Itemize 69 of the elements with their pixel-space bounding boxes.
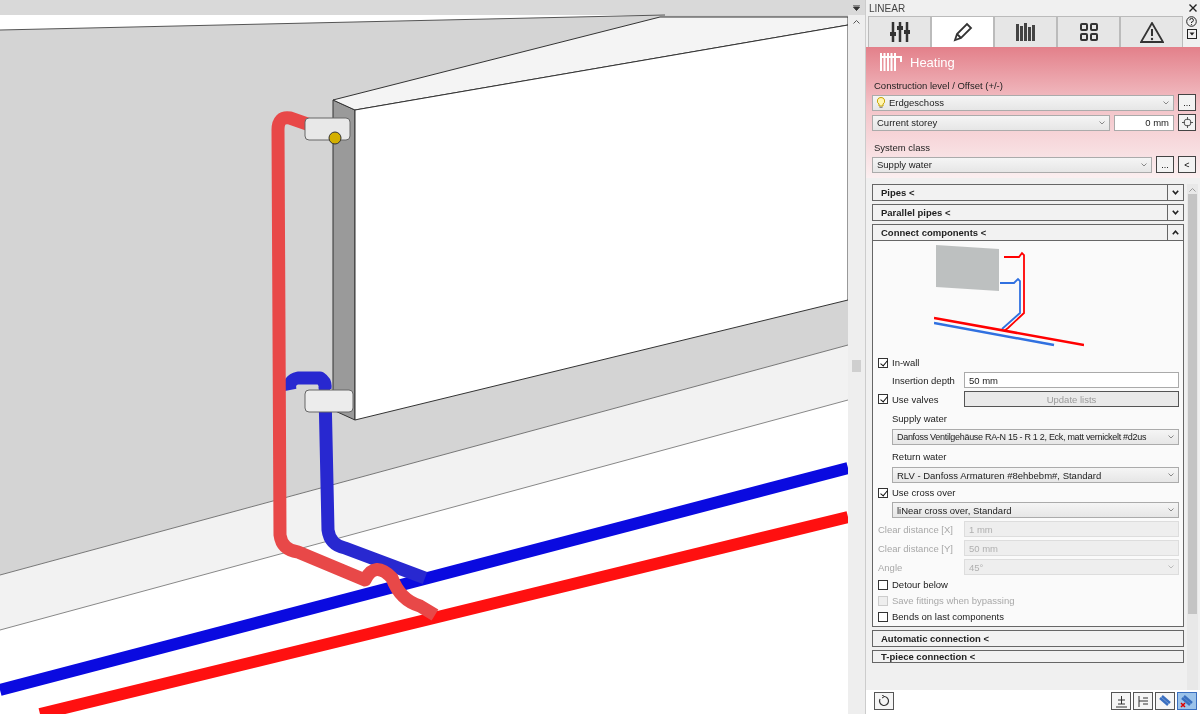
chevron-icon[interactable] (1172, 190, 1179, 195)
bracket-icon (1136, 694, 1150, 708)
target-icon (1181, 117, 1193, 128)
help-icon[interactable] (1186, 16, 1197, 27)
section-header[interactable]: Automatic connection < (872, 630, 1184, 647)
checkbox-option[interactable]: In-wall (878, 356, 1179, 369)
section-header[interactable]: Parallel pipes < (872, 204, 1184, 221)
toolbar-button[interactable] (1111, 692, 1131, 710)
close-icon[interactable] (1189, 4, 1197, 12)
lightbulb-icon (877, 97, 885, 108)
field-label: Clear distance [Y] (878, 542, 954, 554)
section-header[interactable]: T-piece connection < (872, 650, 1184, 663)
scroll-thumb[interactable] (852, 360, 861, 372)
insertion-depth-field[interactable]: 50 mm (964, 372, 1179, 388)
section-header[interactable]: Connect components < (872, 224, 1184, 241)
tab[interactable] (1057, 16, 1120, 47)
section-title: Heating (910, 54, 955, 70)
refresh-button[interactable] (874, 692, 894, 710)
pencil-icon (952, 22, 973, 42)
warning-icon (1139, 21, 1164, 43)
scroll-thumb[interactable] (1188, 194, 1197, 614)
checkbox-option[interactable]: Detour below (878, 578, 1179, 591)
dropdown-icon[interactable] (853, 4, 860, 11)
supply-valve-dropdown[interactable]: Danfoss Ventilgehäuse RA-N 15 - R 1 2, Eck, matt vernickelt #d2us (892, 429, 1179, 445)
cross-over-dropdown[interactable]: liNear cross over, Standard (892, 502, 1179, 518)
checkbox-option[interactable]: Bends on last components (878, 610, 1179, 623)
panel-title: LINEAR (869, 2, 906, 14)
toolbar-button[interactable] (1133, 692, 1153, 710)
field-label: Supply water (891, 412, 948, 426)
field-label: System class (873, 142, 931, 153)
chevron-icon[interactable] (1172, 230, 1179, 235)
checkbox[interactable] (878, 487, 888, 498)
checkbox[interactable] (878, 611, 888, 622)
dropdown-icon[interactable] (1186, 29, 1197, 39)
chevron-icon[interactable] (1172, 210, 1179, 215)
checkbox-option[interactable]: Use cross over (878, 486, 1179, 499)
checkbox[interactable] (878, 394, 888, 404)
radiator-icon (880, 53, 904, 71)
checkbox[interactable] (878, 357, 888, 368)
books-icon (1015, 23, 1036, 41)
small-button[interactable]: < (1178, 156, 1196, 173)
small-button[interactable]: ... (1156, 156, 1174, 173)
grid-icon (1079, 23, 1098, 41)
tab[interactable] (1120, 16, 1183, 47)
pipe-fitting-icon (1158, 694, 1172, 708)
field-label: Return water (891, 450, 948, 464)
pick-point-button[interactable] (1178, 114, 1196, 131)
field-label: Construction level / Offset (+/-) (873, 80, 1004, 91)
return-valve-dropdown[interactable]: RLV - Danfoss Armaturen #8ehbebm#, Standard (892, 467, 1179, 483)
pipe-delete-icon (1180, 694, 1194, 708)
caret-icon[interactable] (853, 20, 860, 24)
level-dropdown[interactable]: Erdgeschoss (872, 94, 1174, 111)
field-label: Insertion depth (891, 374, 956, 386)
checkbox-option[interactable]: Use valves (878, 392, 964, 406)
tab[interactable] (868, 16, 931, 47)
offset-field[interactable]: 0 mm (1114, 114, 1174, 131)
checkbox[interactable] (878, 579, 888, 590)
field-label: Clear distance [X] (878, 523, 954, 535)
storey-dropdown[interactable]: Current storey (872, 114, 1110, 131)
section-header[interactable]: Pipes < (872, 184, 1184, 201)
system-class-dropdown[interactable]: Supply water (872, 156, 1152, 173)
browse-button[interactable]: ... (1178, 94, 1196, 111)
toolbar-button[interactable] (1155, 692, 1175, 710)
tab[interactable] (931, 16, 994, 47)
sliders-icon (889, 21, 910, 43)
refresh-icon (878, 695, 890, 707)
field-label: Angle (878, 561, 904, 573)
tab[interactable] (994, 16, 1057, 47)
connector-icon (1114, 694, 1128, 708)
